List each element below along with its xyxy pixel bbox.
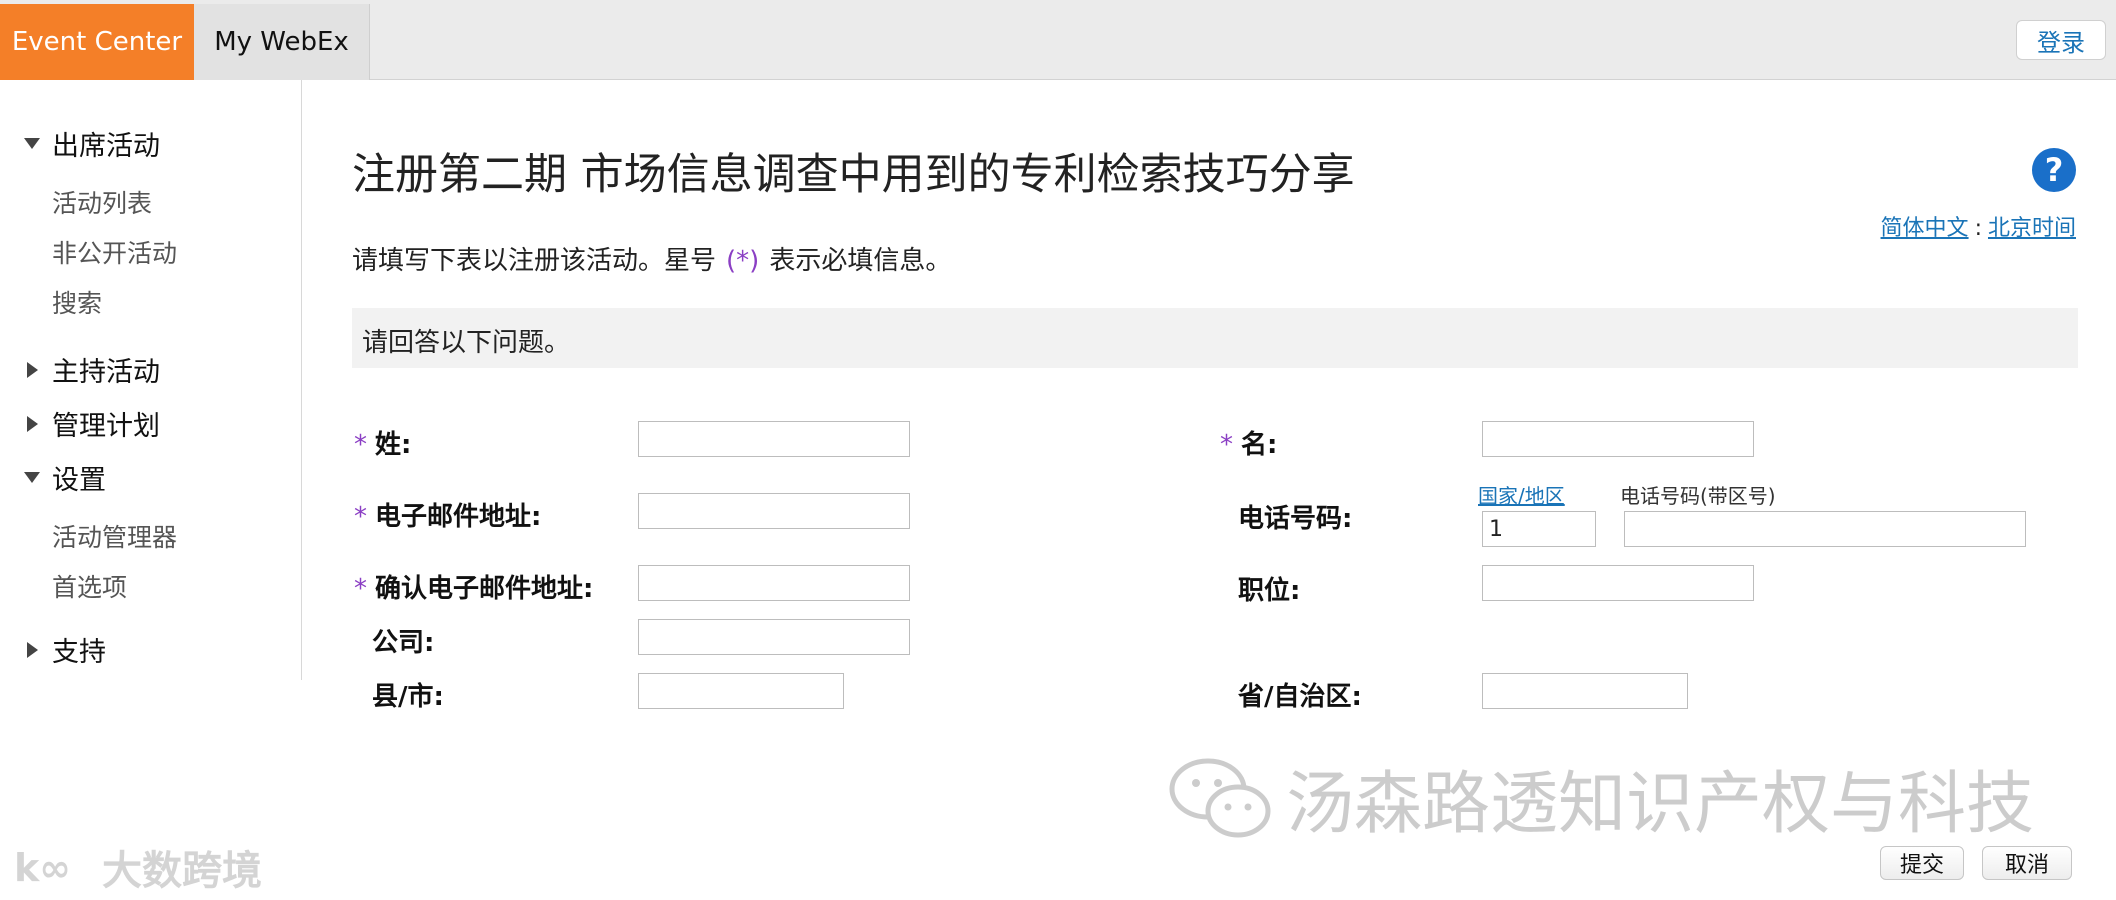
phone-label: 电话号码: bbox=[1238, 504, 1353, 534]
sidebar-section-label: 管理计划 bbox=[52, 411, 160, 442]
last-name-label-text: 姓: bbox=[375, 430, 412, 460]
watermark-small: k∞ 大数跨境 bbox=[12, 838, 262, 896]
email-label-text: 电子邮件地址: bbox=[375, 502, 542, 532]
watermark-logo-icon: k∞ bbox=[14, 846, 71, 890]
question-bar: 请回答以下问题。 bbox=[352, 308, 2078, 368]
language-link[interactable]: 简体中文 bbox=[1881, 216, 1969, 241]
sidebar-section-support[interactable]: 支持 bbox=[24, 630, 106, 669]
sidebar-section-label: 设置 bbox=[52, 465, 106, 496]
country-region-link[interactable]: 国家/地区 bbox=[1478, 480, 1565, 509]
email-label: * 电子邮件地址: bbox=[354, 496, 541, 533]
email-input[interactable] bbox=[638, 493, 910, 529]
triangle-right-icon bbox=[27, 361, 38, 378]
confirm-email-input[interactable] bbox=[638, 565, 910, 601]
sidebar-item-event-list[interactable]: 活动列表 bbox=[52, 184, 152, 220]
first-name-label: * 名: bbox=[1220, 424, 1277, 461]
sidebar-section-host[interactable]: 主持活动 bbox=[24, 350, 160, 389]
top-bar: Event Center My WebEx 登录 bbox=[0, 0, 2116, 80]
watermark-main-text: 汤森路透知识产权与科技 bbox=[1286, 765, 2035, 844]
first-name-input[interactable] bbox=[1482, 421, 1754, 457]
intro-text: 请填写下表以注册该活动。星号 (*) 表示必填信息。 bbox=[352, 240, 951, 277]
timezone-link[interactable]: 北京时间 bbox=[1988, 216, 2076, 241]
triangle-down-icon bbox=[24, 138, 40, 149]
sidebar-item-private-events[interactable]: 非公开活动 bbox=[52, 234, 177, 270]
watermark-main: 汤森路透知识产权与科技 bbox=[1166, 748, 2034, 847]
submit-button[interactable]: 提交 bbox=[1880, 846, 1964, 880]
company-label: 公司: bbox=[372, 628, 435, 658]
page-title: 注册第二期 市场信息调查中用到的专利检索技巧分享 bbox=[352, 150, 1355, 200]
sidebar: 出席活动 活动列表 非公开活动 搜索 主持活动 管理计划 设置 活动管理器 首选… bbox=[0, 80, 302, 680]
triangle-right-icon bbox=[27, 641, 38, 658]
tab-my-webex[interactable]: My WebEx bbox=[194, 4, 370, 80]
svg-text:k∞: k∞ bbox=[14, 846, 71, 890]
required-mark: * bbox=[354, 574, 367, 604]
sidebar-section-label: 主持活动 bbox=[52, 357, 160, 388]
company-input[interactable] bbox=[638, 619, 910, 655]
phone-area-label: 电话号码(带区号) bbox=[1620, 484, 1776, 508]
sidebar-section-label: 支持 bbox=[52, 637, 106, 668]
sidebar-section-manage[interactable]: 管理计划 bbox=[24, 404, 160, 443]
sidebar-section-settings[interactable]: 设置 bbox=[24, 458, 106, 497]
intro-text-before: 请填写下表以注册该活动。星号 bbox=[352, 246, 717, 276]
city-input[interactable] bbox=[638, 673, 844, 709]
triangle-down-icon bbox=[24, 472, 40, 483]
intro-text-after: 表示必填信息。 bbox=[769, 246, 952, 276]
required-mark: * bbox=[354, 502, 367, 532]
cancel-button[interactable]: 取消 bbox=[1982, 846, 2072, 880]
required-legend: (*) bbox=[726, 246, 760, 276]
sidebar-item-event-manager[interactable]: 活动管理器 bbox=[52, 518, 177, 554]
tab-event-center[interactable]: Event Center bbox=[0, 4, 194, 80]
province-input[interactable] bbox=[1482, 673, 1688, 709]
required-mark: * bbox=[1220, 430, 1233, 460]
job-title-label: 职位: bbox=[1238, 576, 1301, 606]
login-button[interactable]: 登录 bbox=[2016, 20, 2106, 60]
sidebar-section-label: 出席活动 bbox=[52, 131, 160, 162]
last-name-label: * 姓: bbox=[354, 424, 411, 461]
province-label: 省/自治区: bbox=[1238, 682, 1362, 712]
city-label: 县/市: bbox=[372, 682, 444, 712]
chat-bubble-icon bbox=[1169, 758, 1271, 837]
phone-number-input[interactable] bbox=[1624, 511, 2026, 547]
help-icon[interactable]: ? bbox=[2032, 148, 2076, 192]
sidebar-section-attend[interactable]: 出席活动 bbox=[24, 124, 160, 163]
first-name-label-text: 名: bbox=[1241, 430, 1278, 460]
confirm-email-label-text: 确认电子邮件地址: bbox=[375, 574, 594, 604]
locale-separator: : bbox=[1974, 216, 1982, 241]
country-code-input[interactable] bbox=[1482, 511, 1596, 547]
required-mark: * bbox=[354, 430, 367, 460]
sidebar-item-preferences[interactable]: 首选项 bbox=[52, 568, 127, 604]
confirm-email-label: * 确认电子邮件地址: bbox=[354, 568, 593, 605]
last-name-input[interactable] bbox=[638, 421, 910, 457]
job-title-input[interactable] bbox=[1482, 565, 1754, 601]
watermark-small-text: 大数跨境 bbox=[102, 848, 262, 894]
question-bar-text: 请回答以下问题。 bbox=[362, 328, 571, 358]
locale-links: 简体中文: 北京时间 bbox=[1881, 210, 2076, 242]
triangle-right-icon bbox=[27, 415, 38, 432]
sidebar-item-search[interactable]: 搜索 bbox=[52, 284, 102, 320]
